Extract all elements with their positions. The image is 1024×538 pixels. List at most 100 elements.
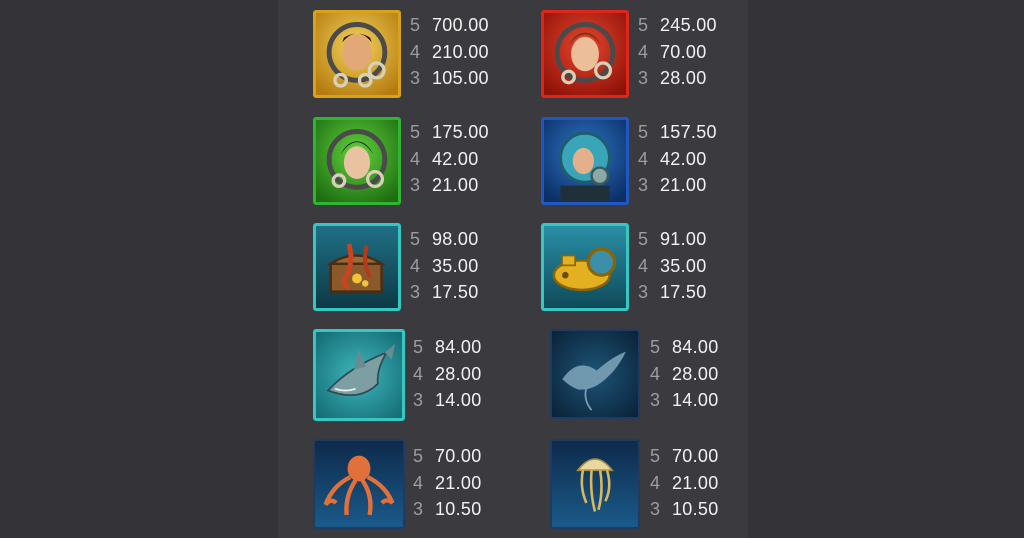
pay-count: 3 (638, 68, 649, 88)
pay-value: 42.00 (432, 148, 479, 169)
pay-row: 4 28.00 (413, 361, 523, 388)
pay-row: 5 70.00 (413, 443, 523, 470)
pay-count: 4 (650, 472, 661, 493)
pay-row: 3 10.50 (413, 496, 523, 523)
pay-count: 3 (410, 282, 421, 302)
pays-male-diver: 5 700.00 4 210.00 3 105.00 (410, 12, 520, 92)
pay-value: 10.50 (672, 499, 719, 519)
pay-row: 4 21.00 (413, 470, 523, 497)
pay-value: 175.00 (432, 122, 489, 142)
pays-jellyfish: 5 70.00 4 21.00 3 10.50 (650, 443, 760, 523)
pay-count: 3 (650, 499, 661, 519)
pay-row: 3 17.50 (410, 279, 520, 306)
pay-row: 4 70.00 (638, 39, 748, 66)
pay-count: 3 (413, 499, 424, 519)
pay-value: 84.00 (672, 337, 719, 357)
pay-count: 4 (638, 255, 649, 276)
pay-count: 3 (638, 175, 649, 195)
pay-row: 3 105.00 (410, 65, 520, 92)
pays-treasure-chest: 5 98.00 4 35.00 3 17.50 (410, 226, 520, 306)
pay-row: 5 175.00 (410, 119, 520, 146)
manta-ray-icon (550, 329, 640, 419)
pay-value: 28.00 (672, 363, 719, 384)
pay-count: 4 (638, 148, 649, 169)
pay-count: 4 (410, 255, 421, 276)
pay-value: 21.00 (432, 175, 479, 195)
pay-row: 5 70.00 (650, 443, 760, 470)
pay-row: 3 17.50 (638, 279, 748, 306)
pays-octopus: 5 70.00 4 21.00 3 10.50 (413, 443, 523, 523)
pay-count: 5 (650, 446, 661, 466)
pays-submarine: 5 91.00 4 35.00 3 17.50 (638, 226, 748, 306)
pay-count: 5 (650, 337, 661, 357)
pays-female-diver-green: 5 175.00 4 42.00 3 21.00 (410, 119, 520, 199)
pay-row: 4 21.00 (650, 470, 760, 497)
pay-row: 5 84.00 (650, 334, 760, 361)
pay-count: 3 (410, 68, 421, 88)
pays-deep-sea-diver: 5 157.50 4 42.00 3 21.00 (638, 119, 748, 199)
pay-value: 70.00 (672, 446, 719, 466)
jellyfish-icon (550, 439, 640, 529)
pay-count: 3 (638, 282, 649, 302)
pay-value: 105.00 (432, 68, 489, 88)
pay-count: 5 (638, 15, 649, 35)
pay-value: 42.00 (660, 148, 707, 169)
pay-count: 5 (638, 229, 649, 249)
male-diver-icon (313, 10, 401, 98)
pay-value: 700.00 (432, 15, 489, 35)
pay-value: 70.00 (660, 41, 707, 62)
pay-row: 4 35.00 (638, 253, 748, 280)
pay-count: 4 (413, 363, 424, 384)
pays-female-diver-red: 5 245.00 4 70.00 3 28.00 (638, 12, 748, 92)
pay-value: 245.00 (660, 15, 717, 35)
pay-row: 5 157.50 (638, 119, 748, 146)
pay-value: 98.00 (432, 229, 479, 249)
deep-sea-diver-icon (541, 117, 629, 205)
pay-row: 5 98.00 (410, 226, 520, 253)
pay-count: 4 (638, 41, 649, 62)
pay-row: 4 28.00 (650, 361, 760, 388)
pay-count: 4 (413, 472, 424, 493)
pay-value: 14.00 (435, 390, 482, 410)
pay-value: 21.00 (660, 175, 707, 195)
pay-count: 4 (410, 41, 421, 62)
pay-row: 5 91.00 (638, 226, 748, 253)
pay-row: 4 42.00 (638, 146, 748, 173)
shark-icon (313, 329, 405, 421)
pay-row: 3 14.00 (650, 387, 760, 414)
pays-manta-ray: 5 84.00 4 28.00 3 14.00 (650, 334, 760, 414)
pay-value: 84.00 (435, 337, 482, 357)
pay-count: 5 (410, 229, 421, 249)
pay-value: 17.50 (660, 282, 707, 302)
pay-value: 14.00 (672, 390, 719, 410)
pay-count: 5 (410, 15, 421, 35)
pay-value: 28.00 (660, 68, 707, 88)
pay-value: 91.00 (660, 229, 707, 249)
pay-row: 3 21.00 (410, 172, 520, 199)
female-diver-green-icon (313, 117, 401, 205)
treasure-chest-icon (313, 223, 401, 311)
pay-value: 157.50 (660, 122, 717, 142)
pay-row: 3 21.00 (638, 172, 748, 199)
pay-row: 4 210.00 (410, 39, 520, 66)
pay-value: 35.00 (660, 255, 707, 276)
pay-value: 21.00 (672, 472, 719, 493)
pay-value: 35.00 (432, 255, 479, 276)
pay-row: 5 84.00 (413, 334, 523, 361)
pay-count: 5 (413, 446, 424, 466)
pay-count: 5 (413, 337, 424, 357)
pay-row: 4 42.00 (410, 146, 520, 173)
pay-count: 4 (410, 148, 421, 169)
pay-value: 28.00 (435, 363, 482, 384)
pay-count: 3 (413, 390, 424, 410)
pay-row: 4 35.00 (410, 253, 520, 280)
pay-value: 70.00 (435, 446, 482, 466)
pay-row: 5 700.00 (410, 12, 520, 39)
submarine-icon (541, 223, 629, 311)
pay-count: 3 (410, 175, 421, 195)
pay-value: 10.50 (435, 499, 482, 519)
pay-row: 5 245.00 (638, 12, 748, 39)
pay-value: 17.50 (432, 282, 479, 302)
pay-value: 210.00 (432, 41, 489, 62)
pay-row: 3 14.00 (413, 387, 523, 414)
